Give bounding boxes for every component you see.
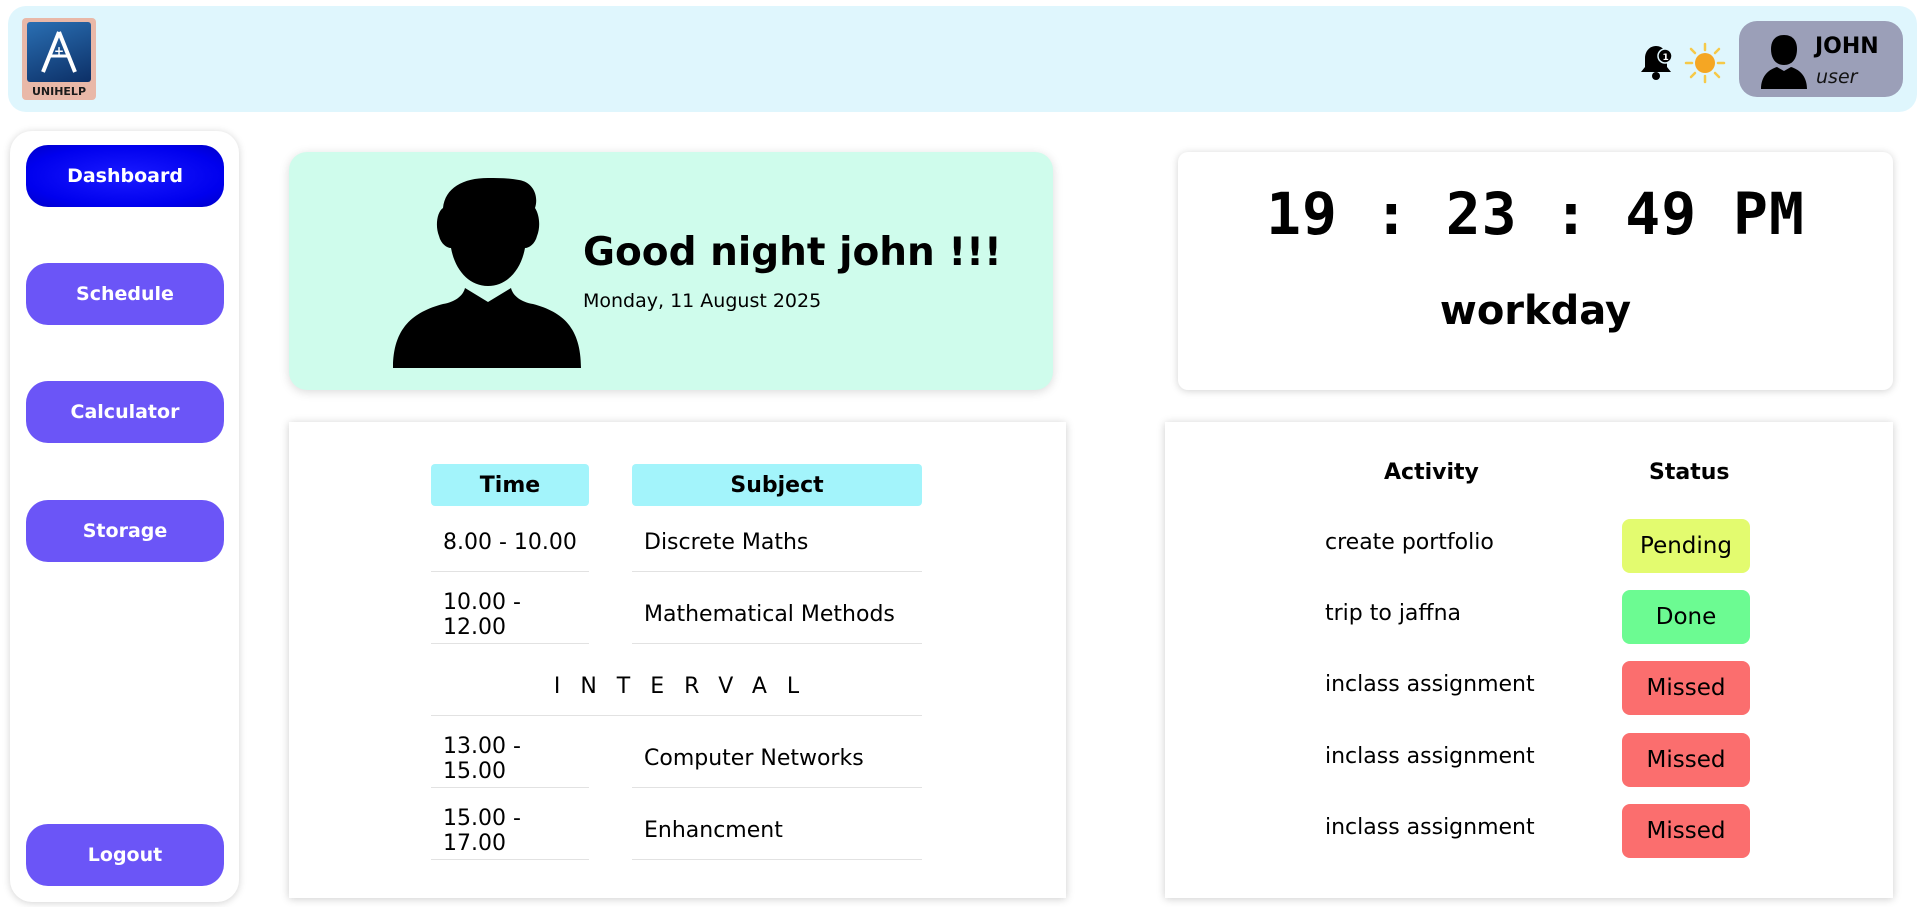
schedule-time-cell: 8.00 - 10.00: [431, 514, 589, 572]
sidebar: Dashboard Schedule Calculator Storage Lo…: [10, 131, 239, 902]
svg-text:+: +: [54, 44, 64, 58]
activity-name: inclass assignment: [1325, 672, 1535, 697]
user-avatar-icon: [1755, 31, 1813, 89]
sidebar-item-schedule[interactable]: Schedule: [26, 263, 224, 325]
activity-card: Activity Status create portfolio Pending…: [1165, 422, 1893, 898]
top-header: + UNIHELP 1 JOHN user: [8, 6, 1917, 112]
day-type-label: workday: [1439, 288, 1632, 334]
theme-toggle-sun-icon[interactable]: [1684, 42, 1726, 84]
status-header: Status: [1649, 460, 1730, 485]
notification-count: 1: [1663, 53, 1669, 63]
status-badge[interactable]: Pending: [1622, 519, 1750, 573]
user-name: JOHN: [1815, 34, 1879, 59]
activity-name: inclass assignment: [1325, 815, 1535, 840]
schedule-card: Time Subject 8.00 - 10.00 Discrete Maths…: [289, 422, 1066, 898]
activity-name: trip to jaffna: [1325, 601, 1461, 626]
logo-emblem: +: [27, 22, 91, 82]
schedule-header-time: Time: [431, 464, 589, 506]
schedule-time-cell: 10.00 - 12.00: [431, 586, 589, 644]
activity-name: inclass assignment: [1325, 744, 1535, 769]
status-badge[interactable]: Missed: [1622, 733, 1750, 787]
greeting-message: Good night john !!!: [583, 230, 1002, 275]
status-badge[interactable]: Done: [1622, 590, 1750, 644]
digital-clock: 19 : 23 : 49 PM: [1266, 180, 1805, 248]
activity-header: Activity: [1384, 460, 1479, 485]
notification-bell-icon[interactable]: 1: [1638, 42, 1674, 82]
schedule-interval-row: INTERVAL: [431, 658, 922, 716]
status-badge[interactable]: Missed: [1622, 804, 1750, 858]
logout-button[interactable]: Logout: [26, 824, 224, 886]
logo-wordmark: UNIHELP: [31, 85, 87, 98]
user-profile-chip[interactable]: JOHN user: [1739, 21, 1903, 97]
person-silhouette-icon: [393, 178, 583, 368]
schedule-subject-cell: Discrete Maths: [632, 514, 922, 572]
schedule-header-subject: Subject: [632, 464, 922, 506]
schedule-time-cell: 15.00 - 17.00: [431, 802, 589, 860]
sidebar-item-dashboard[interactable]: Dashboard: [26, 145, 224, 207]
sidebar-item-storage[interactable]: Storage: [26, 500, 224, 562]
schedule-subject-cell: Mathematical Methods: [632, 586, 922, 644]
app-logo[interactable]: + UNIHELP: [22, 18, 96, 100]
clock-card: 19 : 23 : 49 PM workday: [1178, 152, 1893, 390]
schedule-subject-cell: Enhancment: [632, 802, 922, 860]
schedule-time-cell: 13.00 - 15.00: [431, 730, 589, 788]
schedule-subject-cell: Computer Networks: [632, 730, 922, 788]
status-badge[interactable]: Missed: [1622, 661, 1750, 715]
activity-name: create portfolio: [1325, 530, 1494, 555]
user-role: user: [1816, 66, 1858, 88]
sidebar-item-calculator[interactable]: Calculator: [26, 381, 224, 443]
current-date: Monday, 11 August 2025: [583, 290, 822, 312]
greeting-card: Good night john !!! Monday, 11 August 20…: [289, 152, 1053, 390]
